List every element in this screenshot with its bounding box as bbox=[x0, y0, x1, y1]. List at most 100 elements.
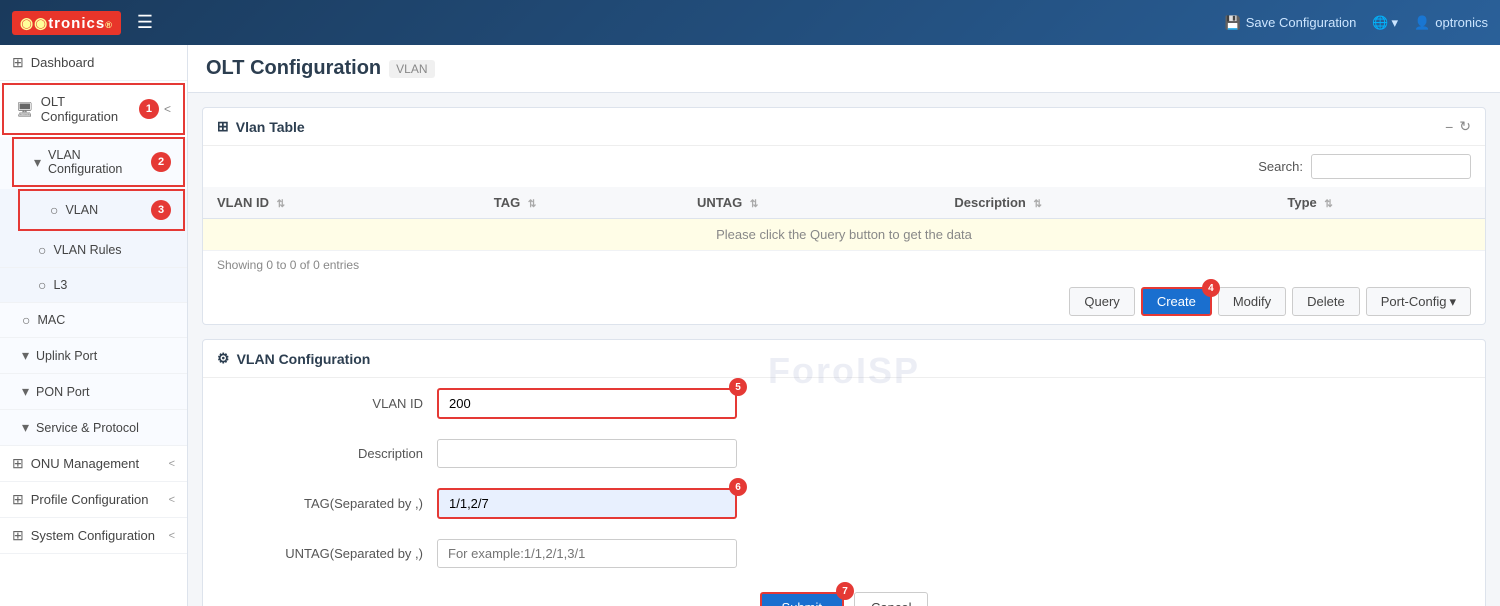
vlan-table-card: ⊞ Vlan Table − ↻ Search: bbox=[202, 107, 1486, 325]
refresh-button[interactable]: ↻ bbox=[1459, 118, 1471, 135]
badge-2: 2 bbox=[151, 152, 171, 172]
col-description: Description ⇅ bbox=[940, 187, 1273, 219]
tag-input[interactable] bbox=[437, 488, 737, 519]
badge-3: 3 bbox=[151, 200, 171, 220]
olt-sub-menu: ▾ VLAN Configuration 2 ○ VLAN 3 ○ VLAN R… bbox=[0, 137, 187, 446]
col-untag: UNTAG ⇅ bbox=[683, 187, 940, 219]
vlan-data-table: VLAN ID ⇅ TAG ⇅ UNTAG ⇅ bbox=[203, 187, 1485, 251]
sidebar-toggle[interactable]: ☰ bbox=[137, 12, 153, 33]
vlan-id-input-container: 5 bbox=[437, 388, 737, 419]
chevron-down-icon: ▾ bbox=[22, 383, 29, 400]
badge-7: 7 bbox=[836, 582, 854, 600]
sidebar-item-dashboard[interactable]: ⊞ Dashboard bbox=[0, 45, 187, 81]
chevron-icon: < bbox=[169, 494, 175, 506]
profile-icon: ⊞ bbox=[12, 491, 24, 508]
chevron-icon: < bbox=[169, 458, 175, 470]
form-row-untag: UNTAG(Separated by ,) bbox=[203, 529, 1485, 578]
badge-5: 5 bbox=[729, 378, 747, 396]
sort-arrows: ⇅ bbox=[750, 199, 758, 210]
minimize-button[interactable]: − bbox=[1445, 118, 1453, 135]
col-vlan-id: VLAN ID ⇅ bbox=[203, 187, 480, 219]
circle-icon: ○ bbox=[50, 202, 58, 218]
untag-input[interactable] bbox=[437, 539, 737, 568]
col-tag: TAG ⇅ bbox=[480, 187, 683, 219]
sort-arrows: ⇅ bbox=[1324, 199, 1332, 210]
sidebar-item-label: OLT Configuration bbox=[41, 94, 132, 124]
description-input[interactable] bbox=[437, 439, 737, 468]
sidebar-item-profile-configuration[interactable]: ⊞ Profile Configuration < bbox=[0, 482, 187, 518]
table-empty-message: Please click the Query button to get the… bbox=[203, 219, 1485, 251]
sidebar-item-onu-management[interactable]: ⊞ ONU Management < bbox=[0, 446, 187, 482]
circle-icon: ○ bbox=[22, 312, 30, 328]
description-label: Description bbox=[243, 446, 423, 461]
page-title: OLT Configuration bbox=[206, 57, 381, 80]
sidebar-item-vlan[interactable]: ○ VLAN 3 bbox=[18, 189, 185, 231]
sidebar-item-system-configuration[interactable]: ⊞ System Configuration < bbox=[0, 518, 187, 554]
navbar: ◉◉tronics® ☰ 💾 Save Configuration 🌐 ▾ 👤 … bbox=[0, 0, 1500, 45]
collapse-icon: < bbox=[164, 102, 171, 116]
form-row-tag: TAG(Separated by ,) 6 bbox=[203, 478, 1485, 529]
badge-6: 6 bbox=[729, 478, 747, 496]
submit-button[interactable]: Submit bbox=[760, 592, 844, 606]
save-configuration-button[interactable]: 💾 Save Configuration bbox=[1225, 15, 1357, 31]
brand: ◉◉tronics® bbox=[12, 11, 121, 35]
sidebar-item-l3[interactable]: ○ L3 bbox=[0, 268, 187, 303]
chevron-down-icon: ▾ bbox=[22, 419, 29, 436]
sidebar-item-label: VLAN Configuration bbox=[48, 148, 144, 176]
search-input[interactable] bbox=[1311, 154, 1471, 179]
vlan-config-section: ⚙ VLAN Configuration ForoISP VLAN ID 5 D… bbox=[202, 339, 1486, 606]
sidebar-item-label: ONU Management bbox=[31, 456, 139, 471]
sidebar-item-mac[interactable]: ○ MAC bbox=[0, 303, 187, 338]
sidebar-item-label: MAC bbox=[37, 313, 65, 327]
cancel-button[interactable]: Cancel bbox=[854, 592, 928, 606]
vlan-id-input[interactable] bbox=[437, 388, 737, 419]
language-selector[interactable]: 🌐 ▾ bbox=[1372, 15, 1398, 31]
config-icon: ⚙ bbox=[217, 350, 230, 367]
circle-icon: ○ bbox=[38, 277, 46, 293]
sidebar-item-label: VLAN Rules bbox=[53, 243, 121, 257]
col-type: Type ⇅ bbox=[1273, 187, 1485, 219]
query-button[interactable]: Query bbox=[1069, 287, 1134, 316]
onu-icon: ⊞ bbox=[12, 455, 24, 472]
delete-button[interactable]: Delete bbox=[1292, 287, 1360, 316]
modify-button[interactable]: Modify bbox=[1218, 287, 1286, 316]
sidebar-item-olt-config[interactable]: 🖥 OLT Configuration 1 < bbox=[2, 83, 185, 135]
chevron-icon: < bbox=[169, 530, 175, 542]
sidebar-item-label: Profile Configuration bbox=[31, 492, 149, 507]
create-button-container: Create 4 bbox=[1141, 287, 1212, 316]
sidebar-item-vlan-rules[interactable]: ○ VLAN Rules bbox=[0, 233, 187, 268]
content-area: OLT Configuration VLAN ⊞ Vlan Table − ↻ … bbox=[188, 45, 1500, 606]
submit-button-container: Submit 7 bbox=[760, 592, 844, 606]
create-button[interactable]: Create bbox=[1141, 287, 1212, 316]
showing-entries-text: Showing 0 to 0 of 0 entries bbox=[203, 251, 1485, 279]
chevron-down-icon: ▾ bbox=[22, 347, 29, 364]
card-header: ⊞ Vlan Table − ↻ bbox=[203, 108, 1485, 146]
sidebar-item-vlan-configuration[interactable]: ▾ VLAN Configuration 2 bbox=[12, 137, 185, 187]
main-layout: ⊞ Dashboard 🖥 OLT Configuration 1 < ▾ VL… bbox=[0, 45, 1500, 606]
sidebar-item-uplink-port[interactable]: ▾ Uplink Port bbox=[0, 338, 187, 374]
content-inner: OLT Configuration VLAN ⊞ Vlan Table − ↻ … bbox=[188, 45, 1500, 606]
sort-arrows: ⇅ bbox=[277, 199, 285, 210]
breadcrumb: VLAN bbox=[389, 60, 434, 78]
badge-1: 1 bbox=[139, 99, 159, 119]
dashboard-icon: ⊞ bbox=[12, 54, 24, 71]
card-title: Vlan Table bbox=[236, 119, 305, 135]
search-label: Search: bbox=[1258, 159, 1303, 174]
sidebar-item-service-protocol[interactable]: ▾ Service & Protocol bbox=[0, 410, 187, 446]
port-config-button[interactable]: Port-Config ▾ bbox=[1366, 287, 1471, 316]
sidebar-item-pon-port[interactable]: ▾ PON Port bbox=[0, 374, 187, 410]
dropdown-arrow-icon: ▾ bbox=[1449, 294, 1456, 310]
navbar-right: 💾 Save Configuration 🌐 ▾ 👤 optronics bbox=[1225, 15, 1488, 31]
form-actions: Submit 7 Cancel bbox=[203, 578, 1485, 606]
sidebar: ⊞ Dashboard 🖥 OLT Configuration 1 < ▾ VL… bbox=[0, 45, 188, 606]
sidebar-item-label: Service & Protocol bbox=[36, 421, 139, 435]
tag-label: TAG(Separated by ,) bbox=[243, 496, 423, 511]
globe-icon: 🌐 bbox=[1372, 15, 1388, 31]
chevron-down-icon: ▾ bbox=[34, 154, 41, 171]
vlan-config-title: VLAN Configuration bbox=[237, 351, 371, 367]
logo: ◉◉tronics® bbox=[12, 11, 121, 35]
table-icon: ⊞ bbox=[217, 118, 229, 135]
user-menu[interactable]: 👤 optronics bbox=[1414, 15, 1488, 31]
sort-arrows: ⇅ bbox=[528, 199, 536, 210]
search-row: Search: bbox=[203, 146, 1485, 187]
